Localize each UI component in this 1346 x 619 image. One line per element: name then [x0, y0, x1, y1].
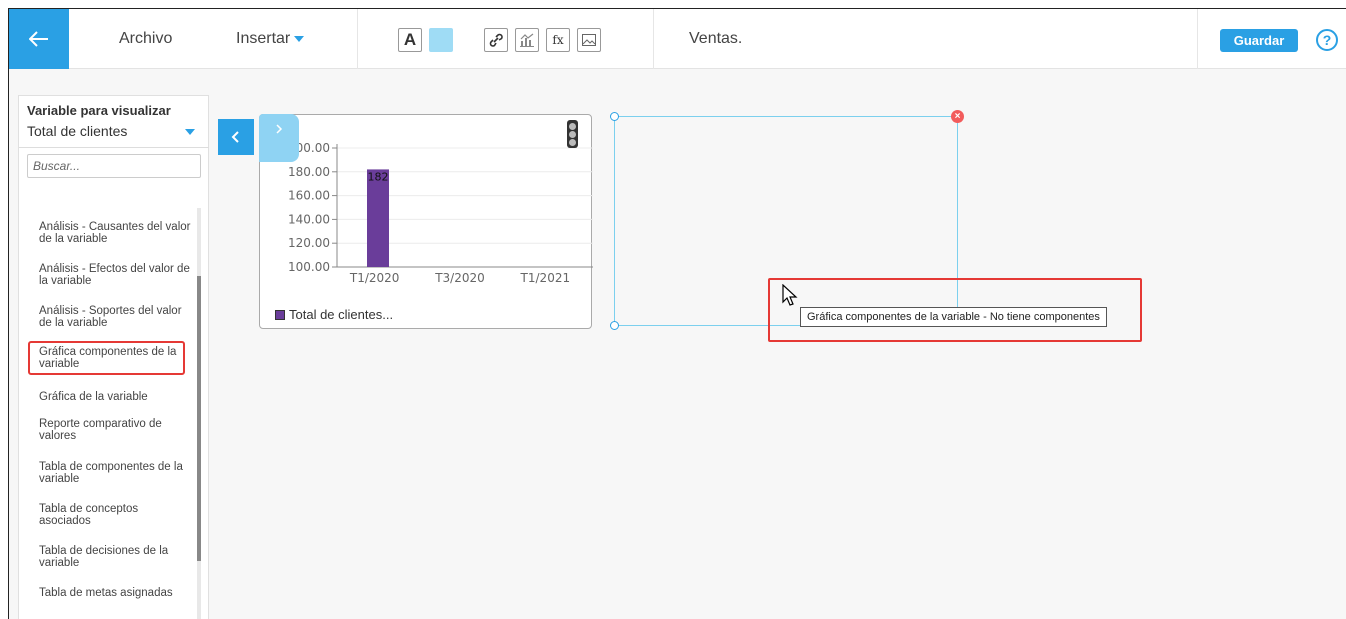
chart-legend: Total de clientes... — [275, 307, 393, 322]
x-tick-label: T1/2020 — [349, 271, 400, 285]
list-item-selected[interactable]: Gráfica componentes de la variable — [28, 341, 185, 375]
color-tool-button[interactable] — [429, 28, 453, 52]
text-icon: A — [403, 30, 417, 49]
expand-widget-tab[interactable] — [259, 114, 299, 162]
chart-widget[interactable]: 200.00 180.00 160.00 140.00 120.00 100.00 T1/2… — [259, 114, 593, 329]
chevron-right-icon — [276, 124, 283, 134]
divider — [1197, 9, 1198, 69]
list-item[interactable]: Tabla de conceptos asociados — [39, 503, 191, 527]
menu-insertar-label: Insertar — [236, 30, 291, 47]
close-icon[interactable]: × — [951, 110, 964, 123]
list-item[interactable]: Análisis - Soportes del valor de la vari… — [39, 305, 191, 329]
list-item[interactable]: Tabla de metas asignadas — [39, 587, 191, 599]
resize-handle[interactable] — [610, 321, 619, 330]
list-item[interactable]: Tabla de componentes de la variable — [39, 461, 191, 485]
link-icon — [489, 33, 503, 47]
chevron-left-icon — [231, 131, 239, 143]
caret-down-icon — [185, 129, 195, 135]
y-tick-label: 180.00 — [288, 165, 330, 179]
chart-tool-button[interactable] — [515, 28, 539, 52]
bar-data-label: 182 — [368, 170, 389, 183]
resize-handle[interactable] — [610, 112, 619, 121]
menu-archivo[interactable]: Archivo — [119, 9, 172, 69]
list-item[interactable]: Análisis - Efectos del valor de la varia… — [39, 263, 191, 287]
variable-select-value: Total de clientes — [27, 123, 128, 139]
search-input[interactable] — [27, 154, 201, 178]
text-tool-button[interactable]: A — [398, 28, 422, 52]
divider — [19, 147, 209, 148]
list-item[interactable]: Reporte comparativo de valores — [39, 418, 191, 442]
link-tool-button[interactable] — [484, 28, 508, 52]
formula-tool-button[interactable]: fx — [546, 28, 570, 52]
save-button[interactable]: Guardar — [1220, 29, 1298, 52]
menu-insertar[interactable]: Insertar — [236, 9, 305, 69]
divider — [357, 9, 358, 69]
image-icon — [582, 34, 596, 46]
x-tick-label: T3/2020 — [434, 271, 485, 285]
caret-down-icon — [294, 35, 305, 42]
traffic-light-icon[interactable] — [567, 120, 578, 148]
formula-icon: fx — [552, 33, 564, 47]
bar-chart: 200.00180.00160.00140.00120.00100.00T1/2… — [288, 141, 593, 285]
y-tick-label: 120.00 — [288, 236, 330, 250]
back-button[interactable] — [9, 9, 69, 69]
list-item[interactable]: Tabla de decisiones de la variable — [39, 545, 191, 569]
variable-panel: Variable para visualizar Total de client… — [18, 95, 209, 619]
y-tick-label: 140.00 — [288, 212, 330, 226]
arrow-left-icon — [29, 31, 48, 47]
scrollbar-thumb[interactable] — [197, 276, 201, 561]
mouse-cursor-icon — [782, 284, 798, 306]
bar — [367, 169, 389, 267]
app-frame: Archivo Insertar A fx Ventas. Guardar ? … — [8, 8, 1346, 619]
panel-title: Variable para visualizar — [27, 103, 171, 118]
list-item[interactable]: Análisis - Causantes del valor de la var… — [39, 221, 191, 245]
list-item[interactable]: Gráfica de la variable — [39, 391, 191, 403]
y-tick-label: 100.00 — [288, 260, 330, 274]
help-icon[interactable]: ? — [1316, 29, 1338, 51]
divider — [653, 9, 654, 69]
top-bar: Archivo Insertar A fx Ventas. Guardar ? — [9, 9, 1346, 69]
variable-select[interactable]: Total de clientes — [27, 123, 201, 143]
legend-label: Total de clientes... — [289, 307, 394, 322]
collapse-panel-button[interactable] — [218, 119, 254, 155]
chart-icon — [520, 33, 534, 47]
legend-swatch — [275, 309, 285, 320]
image-tool-button[interactable] — [577, 28, 601, 52]
x-tick-label: T1/2021 — [520, 271, 571, 285]
page-title: Ventas. — [689, 30, 743, 47]
y-tick-label: 160.00 — [288, 189, 330, 203]
tooltip: Gráfica componentes de la variable - No … — [800, 307, 1107, 327]
